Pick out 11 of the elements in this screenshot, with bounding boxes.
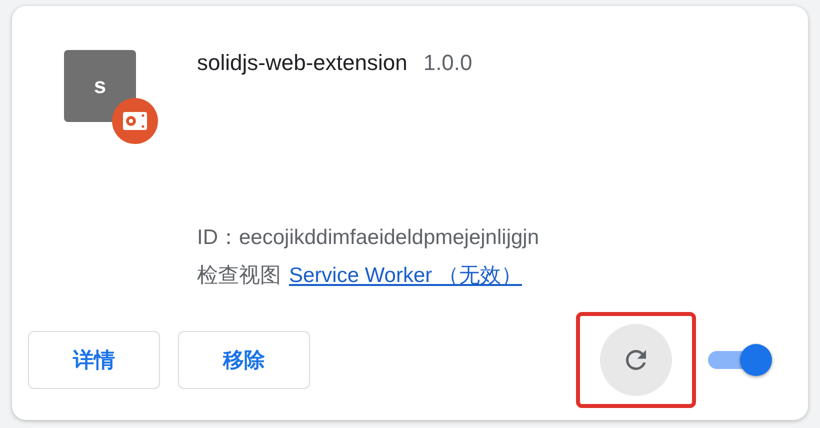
service-worker-link[interactable]: Service Worker （无效） <box>289 261 522 289</box>
inspect-views-label: 检查视图 <box>197 263 281 289</box>
remove-button[interactable]: 移除 <box>178 331 310 389</box>
extension-version: 1.0.0 <box>423 50 472 76</box>
badge-icon <box>112 98 158 144</box>
id-label: ID： <box>197 226 239 249</box>
extension-name: solidjs-web-extension <box>197 50 408 76</box>
details-button[interactable]: 详情 <box>28 331 160 389</box>
enable-toggle[interactable] <box>708 343 772 377</box>
icon-letter: s <box>94 73 106 99</box>
extension-id: eecojikddimfaeideldpmejejnlijgjn <box>239 226 540 249</box>
